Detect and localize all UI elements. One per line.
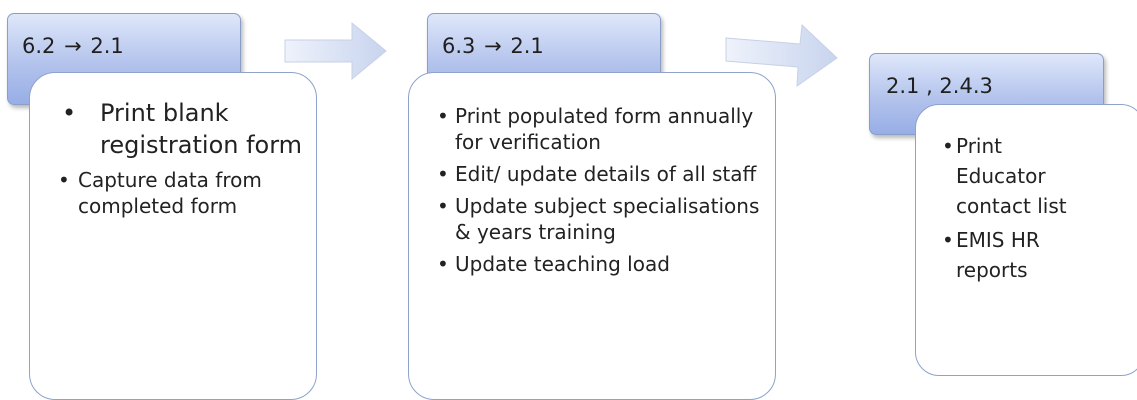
bullet-icon: • [942,228,954,252]
step-2-item-1: • Print populated form annually for veri… [437,103,769,155]
step-1-item-1-text: Print blank registration form [100,99,303,159]
step-2-item-2-text: Edit/ update details of all staff [455,162,757,186]
step-3-list: • Print Educator contact list • EMIS HR … [942,131,1072,285]
step-1-card: • Print blank registration form • Captur… [29,72,317,400]
step-3-item-2-text: EMIS HR reports [956,228,1040,282]
step-1-item-2-text: Capture data from completed form [78,168,262,218]
step-1-item-2: • Capture data from completed form [58,167,306,219]
step-2-card: • Print populated form annually for veri… [408,72,776,400]
bullet-icon: • [437,252,449,276]
step-3-code: 2.1 , 2.4.3 [886,74,993,98]
right-arrow-icon: → [484,34,502,58]
bullet-icon: • [437,104,449,128]
step-2-item-3: • Update subject specialisations & years… [437,193,769,245]
bullet-icon: • [942,134,954,158]
step-2-code-to: 2.1 [510,34,544,58]
step-2-item-1-text: Print populated form annually for verifi… [455,104,754,154]
bullet-icon: • [437,162,449,186]
bullet-icon: • [58,168,70,192]
step-2-item-3-text: Update subject specialisations & years t… [455,194,760,244]
step-3-item-1: • Print Educator contact list [942,131,1072,221]
step-3-item-1-text: Print Educator contact list [956,134,1067,218]
step-2-item-2: • Edit/ update details of all staff [437,161,769,187]
step-2-item-4-text: Update teaching load [455,252,670,276]
bullet-icon: • [62,99,77,127]
step-1-list: • Print blank registration form • Captur… [58,97,306,219]
step-1-code-to: 2.1 [90,34,124,58]
step-1-code-from: 6.2 [22,34,56,58]
step-3-item-2: • EMIS HR reports [942,225,1072,285]
right-arrow-icon: → [64,34,82,58]
bullet-icon: • [437,194,449,218]
step-1-item-1: • Print blank registration form [58,97,306,161]
step-2-item-4: • Update teaching load [437,251,769,277]
step-2-code-from: 6.3 [442,34,476,58]
step-3-card: • Print Educator contact list • EMIS HR … [915,104,1137,376]
step-2-list: • Print populated form annually for veri… [437,103,769,277]
